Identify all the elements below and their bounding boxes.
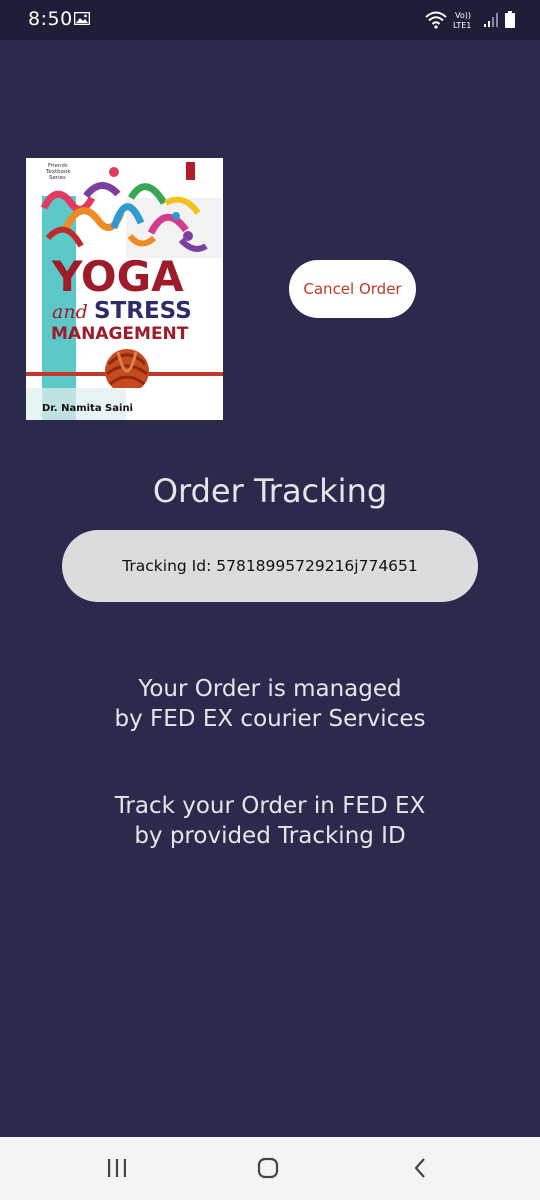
wifi-icon [425,11,447,29]
svg-text:Series: Series [49,175,66,181]
status-icons: Vo)) LTE1 [425,9,516,31]
svg-text:LTE1: LTE1 [453,21,471,30]
recent-apps-icon [108,1159,126,1177]
rope-knot-art [105,349,149,393]
cancel-order-button[interactable]: Cancel Order [289,260,416,318]
book-cover-image: Friends Textbook Series YOGA and STRESS … [26,158,223,420]
home-button[interactable] [248,1151,288,1185]
home-icon [257,1157,279,1179]
svg-text:YOGA: YOGA [51,252,184,301]
gallery-notification-icon [74,12,90,25]
courier-info-line1: Your Order is managed [138,676,402,702]
recent-apps-button[interactable] [97,1151,137,1185]
svg-text:STRESS: STRESS [94,298,192,324]
svg-text:and: and [52,301,88,323]
svg-text:MANAGEMENT: MANAGEMENT [51,324,189,344]
tracking-id-box: Tracking Id: 57818995729216j774651 [62,530,478,602]
status-bar: 8:50 Vo)) LTE1 [0,0,540,40]
status-time: 8:50 [28,8,73,30]
back-button[interactable] [400,1151,440,1185]
order-tracking-screen: Friends Textbook Series YOGA and STRESS … [0,40,540,1137]
volte-label-icon: Vo)) LTE1 [453,11,471,30]
courier-info-text: Your Order is managed by FED EX courier … [0,674,540,734]
track-instruction-text: Track your Order in FED EX by provided T… [0,791,540,851]
navigation-bar [0,1137,540,1200]
tracking-id-text: Tracking Id: 57818995729216j774651 [122,557,418,575]
courier-info-line2: by FED EX courier Services [114,706,426,732]
svg-text:Dr. Namita Saini: Dr. Namita Saini [42,403,133,414]
battery-icon [505,10,515,28]
back-icon [414,1158,425,1178]
track-instruction-line2: by provided Tracking ID [134,823,406,849]
page-title: Order Tracking [152,472,388,510]
svg-text:Vo)): Vo)) [455,11,471,20]
track-instruction-line1: Track your Order in FED EX [114,793,426,819]
signal-icon [483,12,498,27]
